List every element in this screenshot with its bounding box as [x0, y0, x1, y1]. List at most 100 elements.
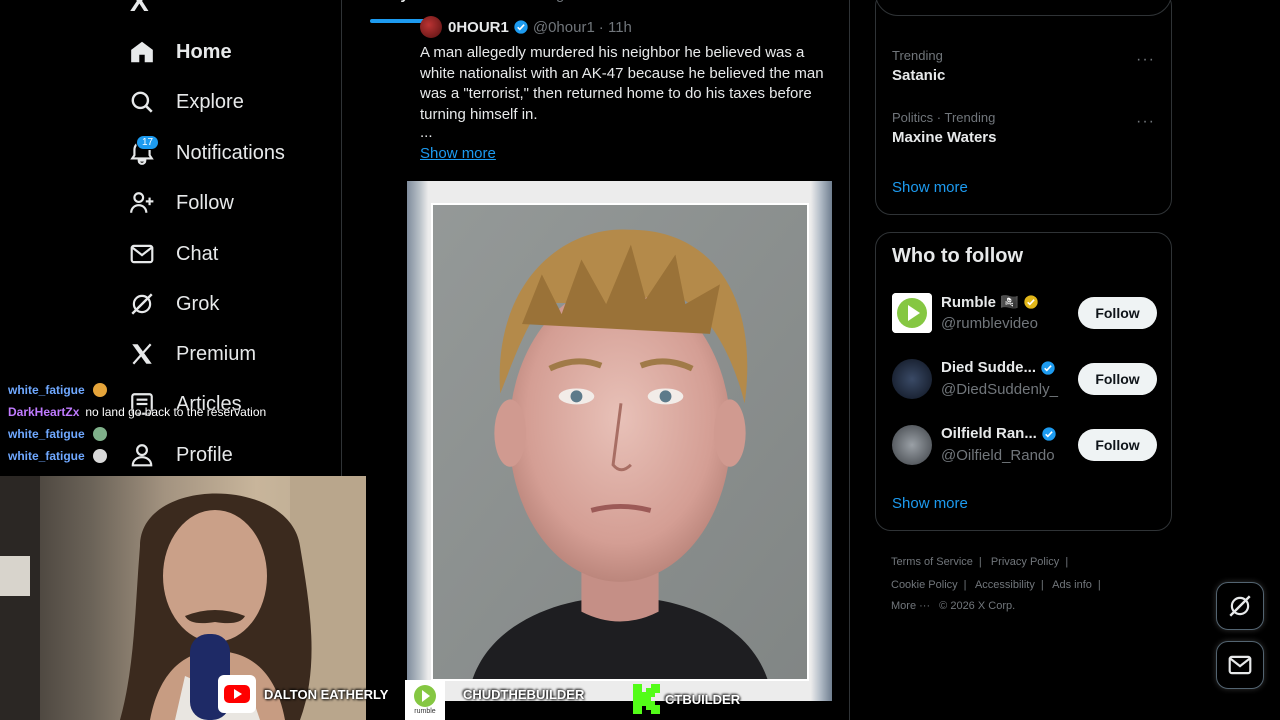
nav-follow[interactable]: Follow [128, 183, 234, 223]
nav-follow-label: Follow [176, 191, 234, 214]
avatar[interactable] [892, 359, 932, 399]
who-to-follow-title: Who to follow [892, 245, 1024, 267]
more-options-icon[interactable]: ··· [1136, 51, 1155, 69]
main-timeline: For you Following Kitchen First Nick Fue… [342, 0, 850, 720]
follow-button[interactable]: Follow [1078, 363, 1157, 395]
footer-link-ads[interactable]: Ads info [1052, 579, 1092, 591]
kick-logo-icon [633, 684, 660, 714]
avatar[interactable] [892, 425, 932, 465]
x-icon [128, 340, 156, 368]
grok-button[interactable] [1216, 582, 1264, 630]
chat-username: white_fatigue [8, 383, 85, 397]
verified-gold-icon [1024, 295, 1038, 309]
emote-icon [92, 427, 107, 441]
chat-username: white_fatigue [8, 427, 85, 441]
post-image[interactable] [407, 181, 832, 701]
post-text: A man allegedly murdered his neighbor he… [420, 43, 830, 141]
rumble-logo-text: rumble [414, 708, 436, 715]
follow-button[interactable]: Follow [1078, 297, 1157, 329]
nav-premium[interactable]: Premium [128, 334, 256, 374]
account-name: Died Sudde... [941, 359, 1060, 376]
mail-icon [1228, 655, 1252, 675]
post-ellipsis: ... [420, 124, 433, 141]
account-name: Oilfield Ran... [941, 425, 1061, 442]
footer-link-privacy[interactable]: Privacy Policy [991, 556, 1059, 568]
footer-link-terms[interactable]: Terms of Service [891, 556, 973, 568]
emote-icon [92, 383, 107, 397]
avatar[interactable] [892, 293, 932, 333]
follow-icon [128, 189, 156, 217]
account-handle: @Oilfield_Rando [941, 447, 1055, 464]
nav-home[interactable]: Home [128, 32, 232, 72]
nav-notifications-label: Notifications [176, 141, 285, 164]
post-author-name[interactable]: 0HOUR1 [448, 19, 509, 36]
nav-explore-label: Explore [176, 90, 244, 113]
nav-explore[interactable]: Explore [128, 82, 244, 122]
trend-name: Maxine Waters [892, 129, 997, 146]
post-header: 0HOUR1 @0hour1 · 11h [420, 16, 632, 38]
rumble-logo-icon [892, 293, 932, 333]
messages-button[interactable] [1216, 641, 1264, 689]
follow-suggestion[interactable]: Oilfield Ran... @Oilfield_Rando Follow [892, 425, 1157, 469]
more-options-icon[interactable]: ··· [1136, 113, 1155, 131]
verified-badge-icon [1041, 360, 1055, 375]
chat-username: DarkHeartZx [8, 405, 80, 419]
verified-badge-icon [1042, 426, 1056, 441]
avatar[interactable] [420, 16, 442, 38]
stream-chat: white_fatigue DarkHeartZx no land go bac… [8, 379, 338, 467]
chat-line: DarkHeartZx no land go back to the reser… [8, 401, 338, 423]
trend-name: Satanic [892, 67, 946, 84]
show-more-link[interactable]: Show more [420, 145, 496, 162]
chat-message: no land go back to the reservation [85, 405, 267, 419]
chat-line: white_fatigue [8, 379, 338, 401]
trend-item[interactable]: Trending Satanic [892, 48, 945, 84]
nav-chat[interactable]: Chat [128, 234, 218, 274]
trend-meta: Trending [892, 48, 943, 63]
tab-nick-fuentes[interactable]: Nick Fuentes [728, 0, 844, 22]
grok-icon [128, 290, 156, 318]
trending-panel: Trending Satanic ··· Politics · Trending… [875, 0, 1172, 215]
x-logo[interactable]: X [130, 0, 149, 18]
chat-username: white_fatigue [8, 449, 85, 463]
post-time: · 11h [598, 18, 632, 36]
follow-suggestion[interactable]: Rumble 🏴‍☠️ @rumblevideo Follow [892, 293, 1157, 337]
grok-icon [1229, 595, 1251, 617]
account-name-text: Oilfield Ran... [941, 425, 1037, 442]
nav-premium-label: Premium [176, 342, 257, 365]
nav-grok[interactable]: Grok [128, 284, 219, 324]
mail-icon [128, 240, 156, 268]
follow-suggestion[interactable]: Died Sudde... @DiedSuddenly_ Follow [892, 359, 1157, 403]
account-handle: @rumblevideo [941, 315, 1038, 332]
follow-button[interactable]: Follow [1078, 429, 1157, 461]
who-to-follow-show-more[interactable]: Show more [892, 495, 968, 512]
rumble-channel-name: CHUDTHEBUILDER [463, 686, 585, 702]
chat-line: white_fatigue [8, 423, 338, 445]
nav-notifications[interactable]: 17 Notifications [128, 133, 285, 173]
youtube-logo-icon [218, 675, 256, 713]
account-name-text: Rumble 🏴‍☠️ [941, 294, 1019, 311]
post-body: A man allegedly murdered his neighbor he… [420, 44, 824, 123]
footer-links: Terms of Service | Privacy Policy | Cookie… [891, 556, 1101, 612]
verified-badge-icon [514, 20, 528, 34]
post-author-handle[interactable]: @0hour1 [533, 19, 595, 36]
search-icon [128, 88, 156, 116]
trend-meta: Politics · Trending [892, 110, 996, 125]
nav-chat-label: Chat [176, 242, 219, 265]
footer-link-more[interactable]: More ··· [891, 600, 930, 612]
footer-link-accessibility[interactable]: Accessibility [975, 579, 1035, 591]
rumble-logo-icon: rumble [405, 680, 445, 720]
search-input[interactable] [875, 0, 1172, 16]
youtube-channel-name: DALTON EATHERLY [264, 686, 389, 702]
kick-channel-name: CTBUILDER [665, 691, 741, 707]
account-name-text: Died Sudde... [941, 359, 1037, 376]
mugshot-photo [431, 203, 809, 681]
nav-home-label: Home [176, 40, 232, 63]
kick-banner: CTBUILDER [633, 684, 740, 714]
notifications-badge: 17 [136, 135, 160, 150]
rumble-banner: rumble CHUDTHEBUILDER [405, 680, 584, 720]
youtube-banner: DALTON EATHERLY [218, 675, 388, 713]
trend-item[interactable]: Politics · Trending Maxine Waters [892, 110, 996, 146]
chat-line: white_fatigue [8, 445, 338, 467]
footer-link-cookie[interactable]: Cookie Policy [891, 579, 958, 591]
trends-show-more[interactable]: Show more [892, 179, 968, 196]
